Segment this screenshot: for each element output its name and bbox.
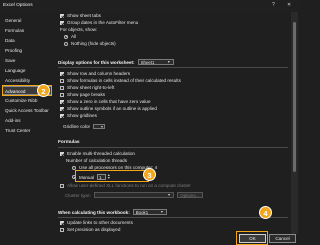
multithread-label: Enable multi-threaded calculation [67,151,135,156]
allow-xll-label: Allow user-defined XLL functions to run … [67,183,191,188]
cancel-button[interactable]: Cancel [269,234,296,243]
objects-all-radio[interactable] [64,34,68,39]
workbook-select[interactable]: Book1 ▼ [132,209,167,215]
opt-right-to-left-checkbox[interactable] [60,85,64,90]
sidebar-item-save[interactable]: Save [3,56,53,65]
opt-row-headers-checkbox[interactable] [60,71,64,76]
sidebar-item-data[interactable]: Data [3,36,53,45]
sidebar-item-trust-center[interactable]: Trust Center [3,126,53,135]
chevron-down-icon: ▼ [167,193,171,197]
update-links-row[interactable]: Update links to other documents [60,220,133,225]
cluster-type-row: Cluster type: ▼ Options... [65,192,203,198]
gridline-color-label: Gridline color [63,124,91,129]
callout-4: 4 [259,206,272,219]
ok-highlight [236,231,268,245]
callout-2: 2 [37,84,50,97]
manual-highlight [75,170,149,182]
objects-show-label: For objects, show: [60,27,98,32]
objects-nothing-label: Nothing (hide objects) [71,41,116,46]
threads-label: Number of calculation threads [66,158,128,163]
sidebar-item-quick-access-toolbar[interactable]: Quick Access Toolbar [3,106,53,115]
allow-xll-checkbox[interactable] [60,183,64,188]
update-links-checkbox[interactable] [60,220,64,225]
set-precision-label: Set precision as displayed [67,227,121,232]
opt-outline-symbols-label: Show outline symbols if an outline is ap… [67,106,157,111]
cluster-options-button[interactable]: Options... [176,192,203,198]
objects-all-row[interactable]: All [64,34,76,39]
group-dates-label: Group dates in the AutoFilter menu [67,20,139,25]
divider [58,67,288,68]
worksheet-display-heading: Display options for this worksheet: Shee… [58,59,174,65]
sidebar-item-proofing[interactable]: Proofing [3,46,53,55]
worksheet-select-value: Sheet1 [140,59,155,65]
show-sheet-tabs-checkbox[interactable] [60,13,64,18]
show-sheet-tabs-label: Show sheet tabs [67,13,101,18]
opt-page-breaks-checkbox[interactable] [60,92,64,97]
worksheet-select[interactable]: Sheet1 ▼ [137,59,174,65]
opt-row-headers[interactable]: Show row and column headers [60,71,130,76]
workbook-calc-title: When calculating this workbook: [58,209,130,215]
cluster-type-label: Cluster type: [65,192,91,198]
sidebar: General Formulas Data Proofing Save Lang… [0,12,54,245]
group-dates-row[interactable]: Group dates in the AutoFilter menu [60,20,138,25]
objects-nothing-radio[interactable] [64,41,68,46]
title-bar: Excel Options ? ✕ [0,0,300,12]
opt-show-formulas-checkbox[interactable] [60,78,64,83]
set-precision-checkbox[interactable] [60,227,64,232]
opt-page-breaks[interactable]: Show page breaks [60,92,105,97]
formulas-heading: Formulas [58,140,80,145]
window-title: Excel Options [3,3,33,8]
opt-gridlines[interactable]: Show gridlines [60,113,97,118]
workbook-calc-heading: When calculating this workbook: Book1 ▼ [58,209,167,215]
scrollbar[interactable] [291,12,298,234]
opt-show-zero[interactable]: Show a zero in cells that have zero valu… [60,99,151,104]
multithread-row[interactable]: Enable multi-threaded calculation [60,151,135,156]
sidebar-item-general[interactable]: General [3,16,53,25]
update-links-label: Update links to other documents [67,220,133,225]
sidebar-item-add-ins[interactable]: Add-ins [3,116,53,125]
opt-row-headers-label: Show row and column headers [67,71,131,76]
chevron-down-icon: ▼ [167,60,171,64]
sidebar-item-formulas[interactable]: Formulas [3,26,53,35]
opt-right-to-left[interactable]: Show sheet right-to-left [60,85,114,90]
use-all-radio[interactable] [72,165,76,170]
sidebar-item-language[interactable]: Language [3,66,53,75]
opt-outline-symbols-checkbox[interactable] [60,106,64,111]
opt-show-formulas-label: Show formulas in cells instead of their … [67,78,181,83]
opt-gridlines-checkbox[interactable] [60,113,64,118]
opt-gridlines-label: Show gridlines [67,113,97,118]
divider [58,147,288,148]
opt-page-breaks-label: Show page breaks [67,92,106,97]
opt-show-zero-label: Show a zero in cells that have zero valu… [67,99,151,104]
callout-3: 3 [143,168,156,181]
opt-show-zero-checkbox[interactable] [60,99,64,104]
allow-xll-row[interactable]: Allow user-defined XLL functions to run … [60,183,191,188]
sidebar-item-customize-ribbon[interactable]: Customize Ribb [3,96,53,105]
cluster-type-select[interactable]: ▼ [93,192,174,198]
gridline-color-picker[interactable] [93,124,106,129]
opt-show-formulas[interactable]: Show formulas in cells instead of their … [60,78,181,83]
scrollbar-thumb[interactable] [293,22,296,172]
multithread-checkbox[interactable] [60,151,64,156]
opt-right-to-left-label: Show sheet right-to-left [67,85,115,90]
objects-all-label: All [71,34,77,39]
worksheet-display-title: Display options for this worksheet: [58,59,135,65]
opt-outline-symbols[interactable]: Show outline symbols if an outline is ap… [60,106,157,111]
close-icon[interactable]: ✕ [287,2,291,8]
options-panel: Show sheet tabs Group dates in the AutoF… [55,12,291,245]
help-icon[interactable]: ? [272,2,275,8]
group-dates-checkbox[interactable] [60,20,64,25]
workbook-select-value: Book1 [135,209,149,215]
divider [58,217,288,218]
show-sheet-tabs-row[interactable]: Show sheet tabs [60,13,101,18]
chevron-down-icon: ▼ [160,210,164,214]
objects-nothing-row[interactable]: Nothing (hide objects) [64,41,116,46]
set-precision-row[interactable]: Set precision as displayed [60,227,120,232]
gridline-color-row: Gridline color [63,124,106,129]
